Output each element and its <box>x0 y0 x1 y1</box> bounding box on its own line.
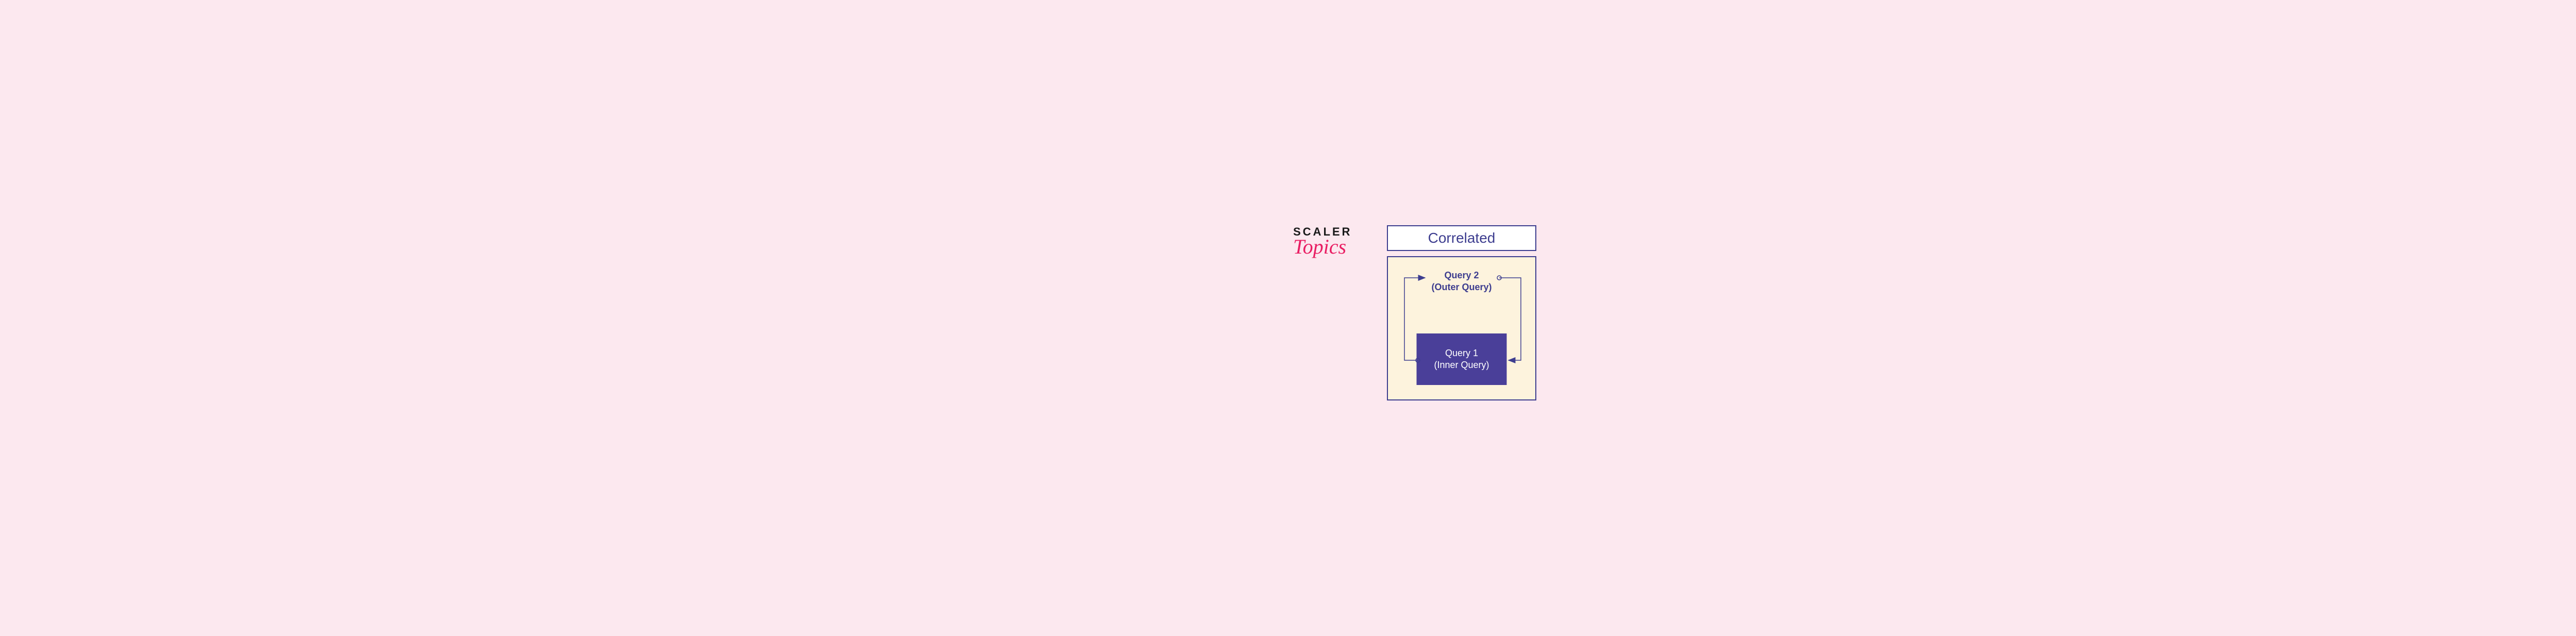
outer-query-label: Query 2 (Outer Query) <box>1431 270 1492 294</box>
logo-line-2: Topics <box>1293 235 1352 259</box>
outer-query-line2: (Outer Query) <box>1431 281 1492 293</box>
inner-query-line2: (Inner Query) <box>1434 359 1489 371</box>
diagram-title-box: Correlated <box>1387 225 1536 251</box>
arrow-right-start-circle <box>1497 276 1501 280</box>
inner-query-line1: Query 1 <box>1445 347 1478 359</box>
outer-query-line1: Query 2 <box>1431 270 1492 281</box>
diagram-title: Correlated <box>1428 230 1496 246</box>
outer-query-box: Query 2 (Outer Query) Query 1 (Inner Que… <box>1387 256 1536 400</box>
scaler-topics-logo: SCALER Topics <box>1293 225 1352 259</box>
correlated-diagram: Correlated Query 2 (Outer Query) Query 1… <box>1387 225 1536 400</box>
inner-query-box: Query 1 (Inner Query) <box>1417 333 1507 385</box>
diagram-canvas: SCALER Topics Correlated Query 2 (Outer … <box>1051 215 2040 421</box>
